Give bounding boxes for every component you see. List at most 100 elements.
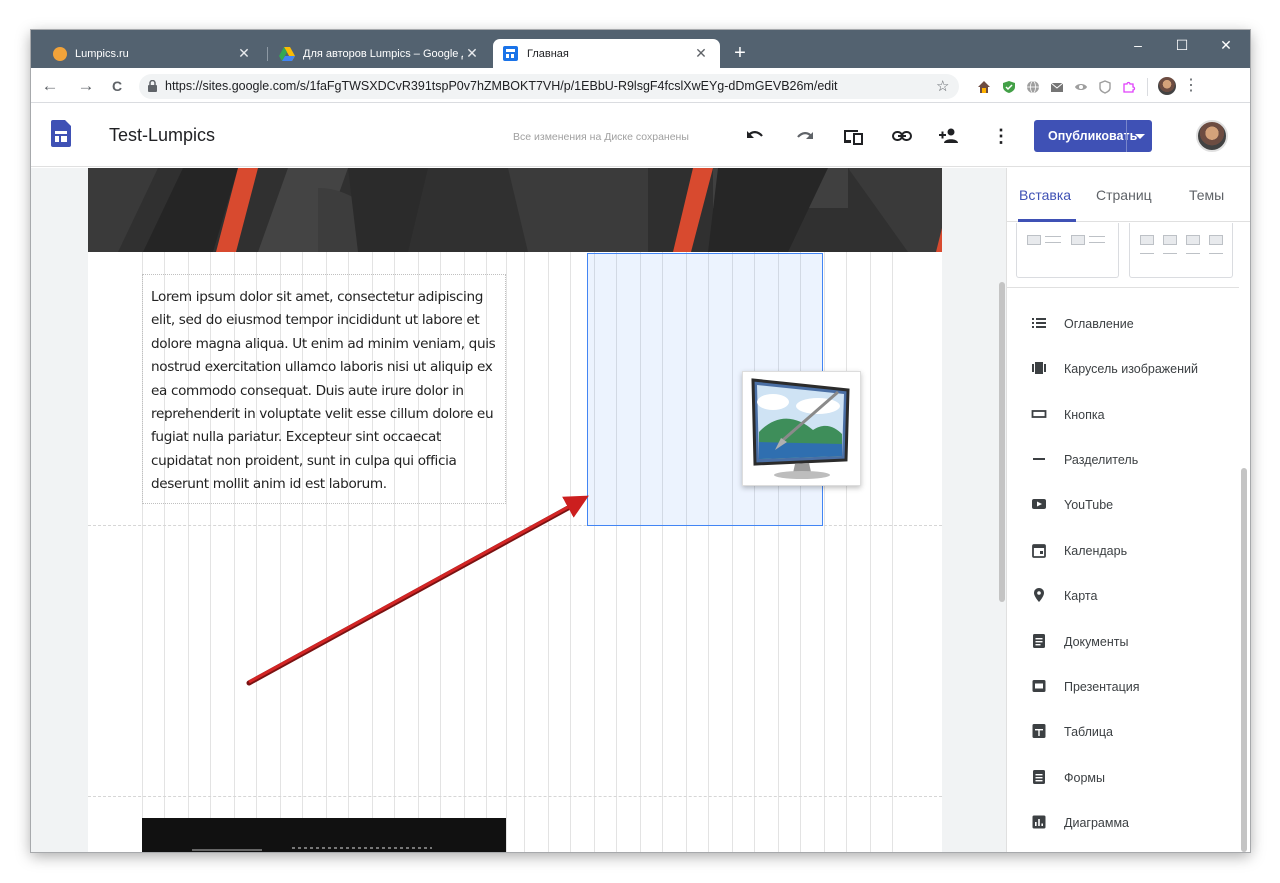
panel-scrollbar[interactable] <box>1241 468 1247 852</box>
new-tab-button[interactable]: + <box>729 42 751 64</box>
google-sites-logo-icon[interactable] <box>51 120 71 147</box>
insert-forms[interactable]: Формы <box>1007 755 1239 800</box>
tab-title: Для авторов Lumpics – Google Д <box>303 47 463 60</box>
insert-sheets[interactable]: Таблица <box>1007 709 1239 754</box>
layout-card-four-images[interactable] <box>1129 223 1233 278</box>
insert-panel: Вставка Страниц Темы Оглавление Карусель… <box>1006 168 1250 852</box>
sites-header: Test-Lumpics Все изменения на Диске сохр… <box>31 103 1250 167</box>
address-bar[interactable]: https://sites.google.com/s/1faFgTWSXDCvR… <box>139 74 959 99</box>
grid-guide <box>846 252 847 852</box>
insert-item-label: Карусель изображений <box>1064 362 1198 376</box>
video-thumbnail <box>142 818 506 852</box>
insert-image-carousel[interactable]: Карусель изображений <box>1007 346 1239 391</box>
docs-icon <box>1033 634 1045 648</box>
maximize-button[interactable]: ☐ <box>1165 34 1199 56</box>
text-box[interactable]: Lorem ipsum dolor sit amet, consectetur … <box>142 274 506 504</box>
youtube-icon <box>1032 499 1046 509</box>
carousel-icon <box>1032 362 1046 374</box>
image-placeholder-icon <box>1186 235 1200 245</box>
close-tab-icon[interactable]: ✕ <box>235 45 253 63</box>
tab-strip: Lumpics.ru ✕ Для авторов Lumpics – Googl… <box>31 30 1250 68</box>
insert-item-label: Презентация <box>1064 680 1140 694</box>
eye-extension-icon[interactable] <box>1074 80 1088 94</box>
more-options-button[interactable]: ⋮ <box>989 124 1013 148</box>
home-extension-icon[interactable] <box>977 80 991 94</box>
insert-item-label: Календарь <box>1064 544 1128 558</box>
insert-slides[interactable]: Презентация <box>1007 664 1239 709</box>
calendar-icon <box>1032 544 1046 558</box>
dragged-image-placeholder[interactable] <box>742 371 861 486</box>
site-page: Lorem ipsum dolor sit amet, consectetur … <box>88 168 942 852</box>
redo-icon[interactable] <box>793 124 817 148</box>
tab-lumpics[interactable]: Lumpics.ru ✕ <box>43 39 263 68</box>
insert-item-label: Кнопка <box>1064 408 1105 422</box>
text-line <box>1089 236 1105 237</box>
canvas-scrollbar[interactable] <box>999 282 1005 602</box>
bookmark-star-icon[interactable]: ☆ <box>936 77 949 95</box>
shield-extension-icon[interactable] <box>1002 80 1016 94</box>
publish-button[interactable]: Опубликовать <box>1034 120 1152 152</box>
site-name[interactable]: Test-Lumpics <box>109 125 215 146</box>
reload-button[interactable]: C <box>106 75 128 97</box>
tab-glavnaya[interactable]: Главная ✕ <box>493 39 720 68</box>
close-tab-icon[interactable]: ✕ <box>463 45 481 63</box>
insert-item-label: Документы <box>1064 635 1129 649</box>
tab-google-drive[interactable]: Для авторов Lumpics – Google Д ✕ <box>269 39 491 68</box>
globe-extension-icon[interactable] <box>1026 80 1040 94</box>
header-banner-image <box>88 168 942 252</box>
insert-map[interactable]: Карта <box>1007 573 1239 618</box>
image-placeholder-icon <box>1027 235 1041 245</box>
preview-devices-icon[interactable] <box>841 124 865 148</box>
close-window-button[interactable]: ✕ <box>1209 34 1243 56</box>
banner-graphic <box>88 168 942 252</box>
toc-icon <box>1032 318 1046 328</box>
insert-youtube[interactable]: YouTube <box>1007 482 1239 527</box>
publish-label: Опубликовать <box>1048 129 1138 143</box>
insert-divider[interactable]: Разделитель <box>1007 437 1239 482</box>
publish-dropdown-chevron-icon[interactable] <box>1126 120 1152 152</box>
google-drive-icon <box>279 46 295 61</box>
insert-chart[interactable]: Диаграмма <box>1007 800 1239 845</box>
tab-title: Главная <box>527 47 569 60</box>
insert-table-of-contents[interactable]: Оглавление <box>1007 301 1239 346</box>
back-button[interactable]: ← <box>39 75 61 97</box>
profile-avatar[interactable] <box>1158 77 1176 95</box>
caption-line <box>1163 253 1177 254</box>
grid-guide <box>824 252 825 852</box>
lorem-paragraph[interactable]: Lorem ipsum dolor sit amet, consectetur … <box>151 286 501 497</box>
close-tab-icon[interactable]: ✕ <box>692 45 710 63</box>
grid-guide <box>570 252 571 852</box>
tab-insert[interactable]: Вставка <box>1019 187 1071 203</box>
slides-icon <box>1032 680 1046 692</box>
section-boundary <box>88 796 942 797</box>
insert-item-label: Карта <box>1064 589 1098 603</box>
insert-item-label: Таблица <box>1064 725 1114 739</box>
badge-extension-icon[interactable] <box>1098 80 1112 94</box>
tab-title: Lumpics.ru <box>75 47 129 60</box>
tab-pages[interactable]: Страниц <box>1096 187 1152 203</box>
user-avatar[interactable] <box>1196 120 1228 152</box>
puzzle-extension-icon[interactable] <box>1122 80 1136 94</box>
forward-button[interactable]: → <box>75 75 97 97</box>
mail-extension-icon[interactable] <box>1050 80 1064 94</box>
undo-icon[interactable] <box>743 124 767 148</box>
insert-docs[interactable]: Документы <box>1007 619 1239 664</box>
grid-guide <box>506 252 507 852</box>
tab-themes[interactable]: Темы <box>1189 187 1224 203</box>
layout-card-image-text[interactable] <box>1016 223 1119 278</box>
browser-menu-button[interactable]: ⋮ <box>1183 76 1199 96</box>
insert-button[interactable]: Кнопка <box>1007 392 1239 437</box>
insert-item-label: Оглавление <box>1064 317 1134 331</box>
video-embed-block[interactable] <box>142 818 506 852</box>
image-placeholder-icon <box>1071 235 1085 245</box>
url-text: https://sites.google.com/s/1faFgTWSXDCvR… <box>165 79 838 93</box>
link-icon[interactable] <box>890 124 914 148</box>
insert-calendar[interactable]: Календарь <box>1007 528 1239 573</box>
tab-separator <box>267 47 268 61</box>
editor-canvas: Lorem ipsum dolor sit amet, consectetur … <box>31 168 1006 852</box>
share-add-person-icon[interactable] <box>937 124 961 148</box>
map-pin-icon <box>1034 588 1044 602</box>
divider-icon <box>1033 458 1045 460</box>
minimize-button[interactable]: – <box>1121 34 1155 56</box>
panel-divider <box>1007 287 1239 288</box>
